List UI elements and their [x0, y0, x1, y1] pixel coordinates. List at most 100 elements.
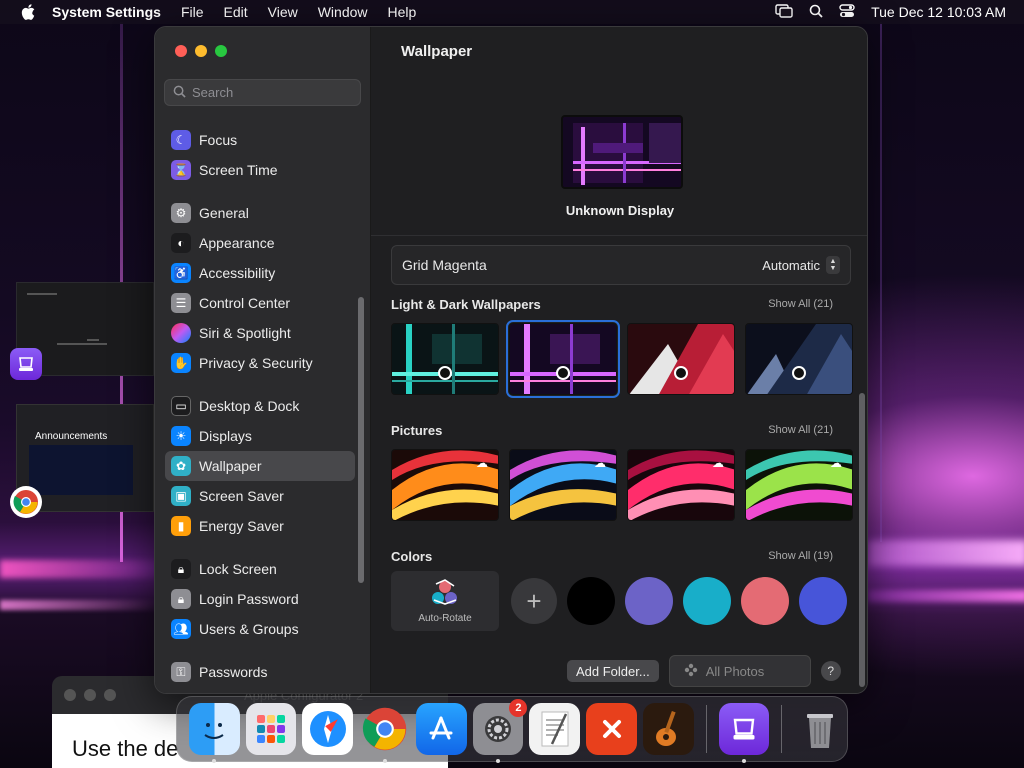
color-swatch-cyan[interactable] [683, 577, 731, 625]
wallpaper-tile-ventura-red[interactable] [627, 323, 735, 395]
menu-file[interactable]: File [181, 4, 204, 20]
wallpaper-tile-grid-magenta[interactable] [506, 320, 620, 398]
screen-mirroring-icon[interactable] [775, 3, 793, 21]
picture-tile-1[interactable]: ☁ [391, 449, 499, 521]
dock-trash-icon[interactable] [794, 703, 845, 755]
sidebar-list: ☾ Focus ⌛ Screen Time ⚙ General ◐ Appearance… [165, 125, 355, 687]
menubar-clock[interactable]: Tue Dec 12 10:03 AM [871, 4, 1006, 20]
gear-icon: ⚙ [171, 203, 191, 223]
picture-tile-3[interactable]: ☁ [627, 449, 735, 521]
dock-garageband-icon[interactable] [642, 703, 694, 755]
dock-finder-icon[interactable] [189, 703, 240, 763]
sidebar-item-general[interactable]: ⚙ General [165, 198, 355, 228]
show-all-light-dark-button[interactable]: Show All (21) [768, 298, 833, 310]
picture-tile-4[interactable]: ☁ [745, 449, 853, 521]
add-folder-button[interactable]: Add Folder... [567, 660, 659, 682]
search-field[interactable]: Search [164, 79, 361, 106]
menu-help[interactable]: Help [388, 4, 417, 20]
spotlight-search-icon[interactable] [809, 4, 823, 21]
configurator-icon[interactable] [10, 348, 42, 380]
color-swatch-black[interactable] [567, 577, 615, 625]
sidebar-item-control-center[interactable]: ☰ Control Center [165, 288, 355, 318]
sidebar: Search ☾ Focus ⌛ Screen Time ⚙ General ◐ App… [155, 27, 371, 693]
sidebar-item-label: Screen Saver [199, 488, 284, 504]
help-button[interactable]: ? [820, 661, 841, 681]
appearance-icon: ◐ [171, 233, 191, 253]
sidebar-item-label: General [199, 205, 249, 221]
sidebar-item-displays[interactable]: ☀ Displays [165, 421, 355, 451]
dock-remote-desktop-icon[interactable] [586, 703, 637, 755]
zoom-button[interactable] [215, 45, 227, 57]
show-all-pictures-button[interactable]: Show All (21) [768, 424, 833, 436]
wallpaper-selector[interactable]: Grid Magenta Automatic ▲ ▼ [391, 245, 851, 285]
sidebar-item-lock-screen[interactable]: 🔒︎ Lock Screen [165, 554, 355, 584]
all-photos-button[interactable]: All Photos [668, 655, 811, 687]
accessibility-icon: ♿ [171, 263, 191, 283]
section-title-colors: Colors [391, 549, 433, 564]
sidebar-item-label: Screen Time [199, 162, 278, 178]
sidebar-item-login-password[interactable]: 🔒︎ Login Password [165, 584, 355, 614]
dynamic-badge-icon [556, 366, 570, 380]
sidebar-item-privacy-security[interactable]: ✋ Privacy & Security [165, 348, 355, 378]
sidebar-item-siri-spotlight[interactable]: Siri & Spotlight [165, 318, 355, 348]
download-cloud-icon: ☁ [476, 456, 488, 470]
apple-menu-icon[interactable] [18, 2, 38, 22]
sun-icon: ☀ [171, 426, 191, 446]
sidebar-item-passwords[interactable]: ⚿ Passwords [165, 657, 355, 687]
color-swatch-purple[interactable] [625, 577, 673, 625]
hourglass-icon: ⌛ [171, 160, 191, 180]
sidebar-item-screen-time[interactable]: ⌛ Screen Time [165, 155, 355, 185]
sidebar-item-energy-saver[interactable]: ▮ Energy Saver [165, 511, 355, 541]
sidebar-item-accessibility[interactable]: ♿ Accessibility [165, 258, 355, 288]
menu-view[interactable]: View [268, 4, 298, 20]
dock-textedit-icon[interactable] [529, 703, 581, 755]
color-swatch-pink[interactable] [741, 577, 789, 625]
sidebar-item-screen-saver[interactable]: ▣ Screen Saver [165, 481, 355, 511]
dock-separator [705, 705, 707, 753]
bottom-bar: Add Folder... All Photos ? [567, 655, 841, 687]
sidebar-item-label: Accessibility [199, 265, 276, 281]
wallpaper-tile-grid-teal[interactable] [391, 323, 499, 395]
sidebar-item-focus[interactable]: ☾ Focus [165, 125, 355, 155]
sidebar-item-wallpaper[interactable]: ✿ Wallpaper [165, 451, 355, 481]
screen-saver-icon: ▣ [171, 486, 191, 506]
show-all-colors-button[interactable]: Show All (19) [768, 550, 833, 562]
window-controls [175, 45, 227, 57]
notification-badge: 2 [509, 699, 528, 717]
dock-safari-icon[interactable] [302, 703, 354, 755]
auto-rotate-tile[interactable]: Auto-Rotate [391, 571, 499, 631]
search-icon [173, 85, 186, 101]
battery-icon: ▮ [171, 516, 191, 536]
mode-popup-chevron-icon[interactable]: ▲ ▼ [826, 256, 840, 274]
sidebar-item-desktop-dock[interactable]: ▭ Desktop & Dock [165, 391, 355, 421]
picture-tile-2[interactable]: ☁ [509, 449, 617, 521]
chrome-icon[interactable] [10, 486, 42, 518]
dock-app-store-icon[interactable] [415, 703, 467, 755]
main-scrollbar[interactable] [859, 393, 865, 687]
close-button[interactable] [175, 45, 187, 57]
dynamic-badge-icon [438, 366, 452, 380]
display-name: Unknown Display [565, 203, 675, 218]
sidebar-scrollbar[interactable] [358, 297, 364, 583]
dynamic-badge-icon [674, 366, 688, 380]
sidebar-item-users-groups[interactable]: 👥︎ Users & Groups [165, 614, 355, 644]
appearance-mode-value[interactable]: Automatic [762, 258, 820, 273]
color-swatch-blue[interactable] [799, 577, 847, 625]
menu-window[interactable]: Window [318, 4, 368, 20]
app-menu-title[interactable]: System Settings [52, 4, 161, 20]
dock-apple-configurator-icon[interactable] [718, 703, 770, 763]
minimize-button[interactable] [195, 45, 207, 57]
dock: 2 [176, 696, 848, 763]
system-settings-window: Search ☾ Focus ⌛ Screen Time ⚙ General ◐ App… [154, 26, 868, 694]
key-icon: ⚿ [171, 662, 191, 682]
dock-system-settings-icon[interactable]: 2 [472, 699, 528, 763]
sidebar-item-appearance[interactable]: ◐ Appearance [165, 228, 355, 258]
siri-icon [171, 323, 191, 343]
add-color-button[interactable]: + [511, 578, 557, 624]
dock-launchpad-icon[interactable] [245, 703, 297, 755]
wallpaper-tile-ventura-dark[interactable] [745, 323, 853, 395]
menu-edit[interactable]: Edit [224, 4, 248, 20]
control-center-icon[interactable] [839, 3, 855, 21]
dock-chrome-icon[interactable] [359, 703, 410, 763]
section-title-pictures: Pictures [391, 423, 443, 438]
